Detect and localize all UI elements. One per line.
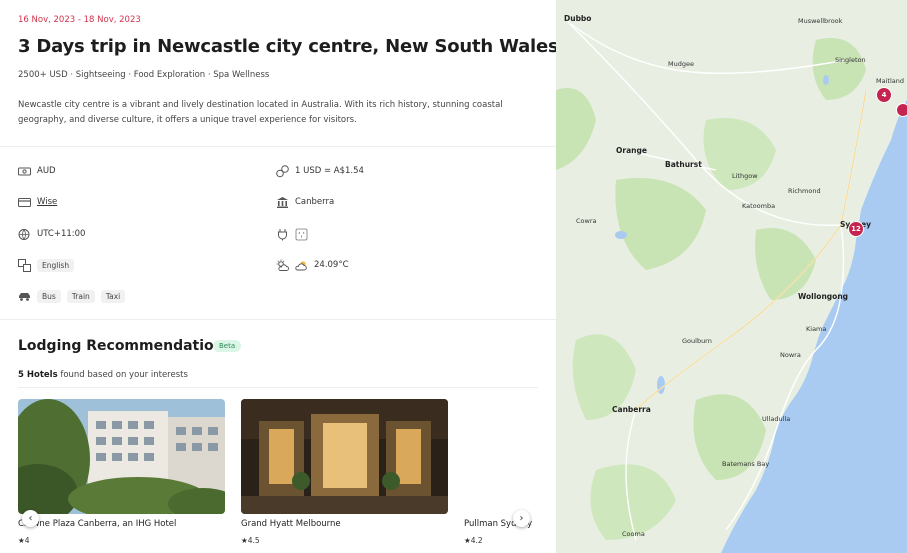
chevron-left-icon: ‹ <box>28 513 33 524</box>
carousel-prev-button[interactable]: ‹ <box>22 510 39 527</box>
map-label: Maitland <box>876 77 904 85</box>
capital-value: Canberra <box>295 197 335 207</box>
map-label: Mudgee <box>668 60 694 68</box>
hotel-photo <box>241 399 448 514</box>
payment-link[interactable]: Wise <box>37 197 57 207</box>
hotel-photo <box>18 399 225 514</box>
car-icon <box>18 290 31 303</box>
government-building-icon <box>276 196 289 209</box>
transport-row: Bus Train Taxi <box>18 288 126 304</box>
trip-panel: 16 Nov, 2023 - 18 Nov, 2023 3 Days trip … <box>0 0 556 553</box>
divider <box>0 146 556 147</box>
map-label: Orange <box>616 146 647 155</box>
hotel-count-bold: 5 Hotels <box>18 370 58 380</box>
plug-row <box>276 226 308 242</box>
currency-row: AUD <box>18 163 56 179</box>
transport-chip: Taxi <box>100 289 126 303</box>
cloud-sun-icon <box>295 259 308 272</box>
trip-dates: 16 Nov, 2023 - 18 Nov, 2023 <box>18 15 141 25</box>
hotel-name[interactable]: Crowne Plaza Canberra, an IHG Hotel <box>18 519 176 529</box>
socket-type-icon <box>295 228 308 241</box>
temperature-value: 24.09°C <box>314 260 349 270</box>
timezone-value: UTC+11:00 <box>37 229 86 239</box>
map-cluster-marker[interactable]: 4 <box>876 87 892 103</box>
hotel-rating: ★4.5 <box>241 536 260 545</box>
trip-tags: 2500+ USD · Sightseeing · Food Explorati… <box>18 70 270 80</box>
money-icon <box>18 165 31 178</box>
beta-badge: Beta <box>213 340 242 352</box>
map-label: Muswellbrook <box>798 17 843 25</box>
globe-clock-icon <box>18 228 31 241</box>
plug-icon <box>276 228 289 241</box>
language-row: English <box>18 257 75 273</box>
trip-description: Newcastle city centre is a vibrant and l… <box>18 100 503 125</box>
carousel-next-button[interactable]: › <box>513 510 530 527</box>
hotel-rating: ★4.2 <box>464 536 483 545</box>
chevron-right-icon: › <box>519 513 524 524</box>
hotel-card[interactable]: Crowne Plaza Canberra, an IHG Hotel ★4 <box>18 399 225 545</box>
exchange-row: 1 USD = A$1.54 <box>276 163 364 179</box>
map-label: Batemans Bay <box>722 460 770 468</box>
translate-icon <box>18 258 31 272</box>
trip-title: 3 Days trip in Newcastle city centre, Ne… <box>18 36 556 57</box>
divider <box>18 387 538 388</box>
map-canvas <box>556 0 907 553</box>
map-label: Singleton <box>835 56 866 64</box>
transport-chip: Bus <box>37 289 61 303</box>
map-label: Nowra <box>780 351 801 359</box>
map-label: Cooma <box>622 530 645 538</box>
map-label: Bathurst <box>665 160 702 169</box>
exchange-value: 1 USD = A$1.54 <box>295 166 364 176</box>
map-label: Kiama <box>806 325 827 333</box>
map-label: Katoomba <box>742 202 776 210</box>
map-label: Goulburn <box>682 337 712 345</box>
hotel-count: 5 Hotels found based on your interests <box>18 370 188 380</box>
transport-chip: Train <box>66 289 95 303</box>
map-label: Lithgow <box>732 172 758 180</box>
map-view[interactable]: Dubbo Muswellbrook Mudgee Singleton Mait… <box>556 0 907 553</box>
capital-row: Canberra <box>276 194 334 210</box>
lodging-title: Lodging Recommendation <box>18 338 224 354</box>
currency-value: AUD <box>37 166 56 176</box>
map-label: Richmond <box>788 187 821 195</box>
payment-row: Wise <box>18 194 57 210</box>
divider <box>0 319 556 320</box>
map-label: Cowra <box>576 217 597 225</box>
map-pin-marker[interactable] <box>896 103 907 117</box>
language-chip: English <box>37 258 75 272</box>
hotel-card[interactable]: Grand Hyatt Melbourne ★4.5 <box>241 399 448 545</box>
map-label: Canberra <box>612 405 651 414</box>
map-label: Wollongong <box>798 292 849 301</box>
weather-row: 24.09°C <box>276 257 349 273</box>
sun-cloud-icon <box>276 259 289 272</box>
hotel-rating: ★4 <box>18 536 30 545</box>
map-cluster-marker[interactable]: 12 <box>848 221 864 237</box>
exchange-icon <box>276 164 289 178</box>
map-label: Dubbo <box>564 14 592 23</box>
map-label: Ulladulla <box>762 415 791 423</box>
hotel-count-text: found based on your interests <box>57 370 188 380</box>
hotel-name[interactable]: Grand Hyatt Melbourne <box>241 519 341 529</box>
timezone-row: UTC+11:00 <box>18 226 85 242</box>
credit-card-icon <box>18 196 31 209</box>
